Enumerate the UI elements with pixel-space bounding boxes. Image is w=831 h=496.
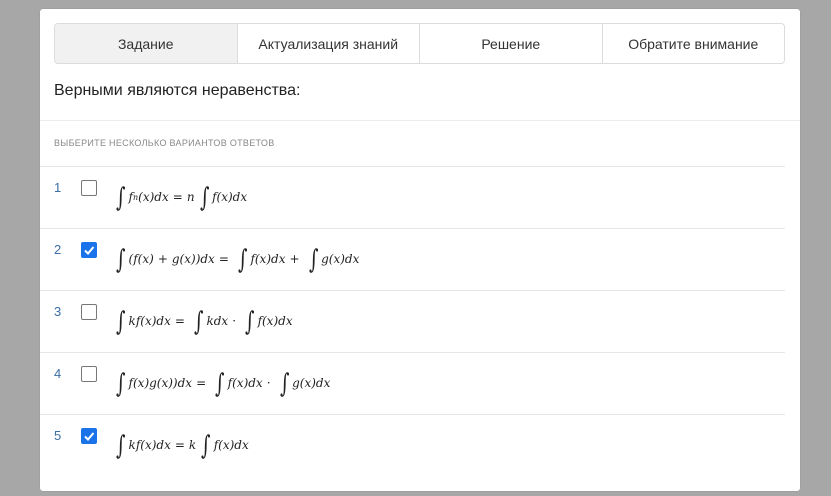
answer-option-3[interactable]: 3 ∫ kf(x)dx = ∫ kdx · ∫ f(x)dx bbox=[40, 290, 785, 352]
answer-option-1[interactable]: 1 ∫ f n (x)dx = n ∫ f(x)dx bbox=[40, 166, 785, 228]
option-formula: ∫ f n (x)dx = n ∫ f(x)dx bbox=[116, 183, 248, 213]
option-number: 5 bbox=[54, 428, 62, 443]
question-text: Верными являются неравенства: bbox=[54, 82, 301, 99]
option-number: 2 bbox=[54, 242, 62, 257]
option-number: 3 bbox=[54, 304, 62, 319]
option-formula: ∫ kf(x)dx = ∫ kdx · ∫ f(x)dx bbox=[116, 307, 293, 337]
option-number: 4 bbox=[54, 366, 62, 381]
answer-option-4[interactable]: 4 ∫ f(x)g(x))dx = ∫ f(x)dx · ∫ g(x)dx bbox=[40, 352, 785, 414]
option-checkbox[interactable] bbox=[81, 180, 97, 196]
tab-attention[interactable]: Обратите внимание bbox=[603, 24, 785, 63]
task-card: Задание Актуализация знаний Решение Обра… bbox=[40, 9, 800, 491]
answer-hint: ВЫБЕРИТЕ НЕСКОЛЬКО ВАРИАНТОВ ОТВЕТОВ bbox=[54, 138, 275, 148]
tab-solution[interactable]: Решение bbox=[420, 24, 603, 63]
option-formula: ∫ (f(x) + g(x))dx = ∫ f(x)dx + ∫ g(x)dx bbox=[116, 245, 360, 275]
divider bbox=[40, 120, 800, 121]
option-checkbox[interactable] bbox=[81, 428, 97, 444]
answer-option-5[interactable]: 5 ∫ kf(x)dx = k ∫ f(x)dx bbox=[40, 414, 785, 476]
checkmark-icon bbox=[84, 246, 95, 255]
option-checkbox[interactable] bbox=[81, 242, 97, 258]
checkmark-icon bbox=[84, 432, 95, 441]
option-number: 1 bbox=[54, 180, 62, 195]
option-checkbox[interactable] bbox=[81, 366, 97, 382]
tab-knowledge[interactable]: Актуализация знаний bbox=[238, 24, 420, 63]
option-formula: ∫ f(x)g(x))dx = ∫ f(x)dx · ∫ g(x)dx bbox=[116, 369, 331, 399]
tab-bar: Задание Актуализация знаний Решение Обра… bbox=[54, 23, 785, 64]
answer-option-2[interactable]: 2 ∫ (f(x) + g(x))dx = ∫ f(x)dx + ∫ g(x)dx bbox=[40, 228, 785, 290]
option-checkbox[interactable] bbox=[81, 304, 97, 320]
tab-task[interactable]: Задание bbox=[55, 24, 238, 63]
option-formula: ∫ kf(x)dx = k ∫ f(x)dx bbox=[116, 431, 249, 461]
